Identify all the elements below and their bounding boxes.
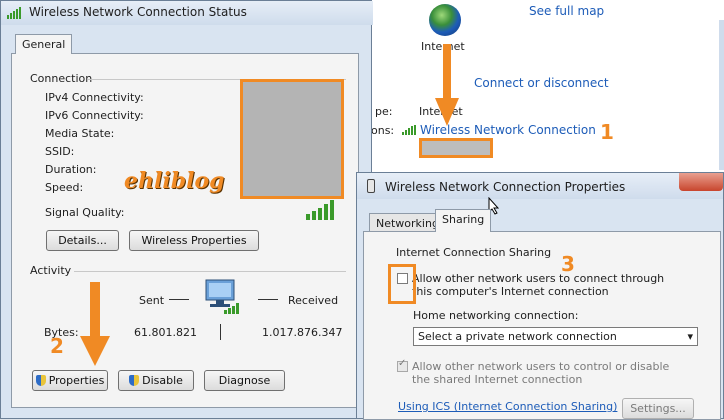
disable-button-label: Disable (142, 374, 183, 387)
window-edge (719, 20, 724, 170)
step-number-3: 3 (561, 252, 575, 276)
bytes-received-value: 1.017.876.347 (262, 326, 343, 339)
highlight-box-ssid (419, 138, 493, 158)
signal-quality-label: Signal Quality: (45, 206, 125, 219)
adapter-icon (367, 179, 375, 193)
bytes-sent-value: 61.801.821 (134, 326, 197, 339)
using-ics-link[interactable]: Using ICS (Internet Connection Sharing) (398, 400, 617, 413)
speed-label: Speed: (45, 181, 84, 194)
step-number-1: 1 (600, 120, 614, 144)
diagnose-button[interactable]: Diagnose (204, 370, 285, 391)
globe-icon (429, 4, 461, 36)
bytes-divider (220, 324, 221, 340)
received-line (258, 299, 278, 300)
connection-header: Connection (30, 72, 93, 85)
connections-label: ons: (371, 124, 395, 137)
sent-line (169, 299, 189, 300)
ipv6-label: IPv6 Connectivity: (45, 109, 144, 122)
details-button[interactable]: Details... (46, 230, 119, 251)
ics-header: Internet Connection Sharing (396, 246, 552, 259)
home-networking-label: Home networking connection: (413, 309, 579, 322)
allow-control-label: Allow other network users to control or … (412, 360, 670, 386)
tab-general[interactable]: General (15, 34, 73, 54)
watermark: ehliblog (124, 168, 225, 194)
chevron-down-icon: ▾ (687, 330, 693, 343)
duration-label: Duration: (45, 163, 97, 176)
signal-title-icon (7, 7, 21, 19)
check-mark-icon: ✓ (398, 358, 407, 369)
properties-button[interactable]: Properties (32, 370, 108, 391)
network-center-window: Internet See full map Connect or disconn… (356, 0, 724, 172)
allow-connect-label: Allow other network users to connect thr… (412, 272, 665, 298)
received-label: Received (288, 294, 339, 307)
general-panel: Connection IPv4 Connectivity: IPv6 Conne… (11, 53, 359, 408)
properties-button-label: Properties (48, 374, 105, 387)
ssid-label: SSID: (45, 145, 75, 158)
uac-shield-icon (129, 375, 140, 386)
wireless-properties-button[interactable]: Wireless Properties (129, 230, 259, 251)
status-window: Wireless Network Connection Status Gener… (0, 0, 373, 419)
private-network-select-value: Select a private network connection (418, 330, 617, 343)
properties-window: Wireless Network Connection Properties N… (356, 172, 724, 420)
signal-small-icon (402, 125, 416, 135)
sent-label: Sent (139, 294, 165, 307)
down-arrow-indicator-2 (80, 282, 110, 368)
media-state-label: Media State: (45, 127, 115, 140)
activity-header: Activity (30, 264, 72, 277)
sharing-panel: Internet Connection Sharing Allow other … (363, 231, 721, 420)
see-full-map-link[interactable]: See full map (529, 4, 604, 18)
redacted-values-box (240, 79, 344, 199)
private-network-select[interactable]: Select a private network connection ▾ (413, 327, 698, 346)
down-arrow-indicator (435, 44, 459, 128)
activity-separator (74, 271, 346, 272)
highlight-box-checkbox (388, 264, 416, 304)
disable-button[interactable]: Disable (118, 370, 194, 391)
properties-window-title: Wireless Network Connection Properties (385, 180, 626, 194)
uac-shield-icon (35, 375, 46, 386)
type-label: pe: (375, 105, 393, 118)
connect-disconnect-link[interactable]: Connect or disconnect (474, 76, 609, 90)
computer-network-icon (202, 278, 242, 320)
close-button[interactable] (679, 173, 723, 191)
signal-quality-icon (306, 200, 336, 220)
ipv4-label: IPv4 Connectivity: (45, 91, 144, 104)
step-number-2: 2 (50, 334, 64, 358)
status-window-title: Wireless Network Connection Status (29, 5, 247, 19)
settings-button[interactable]: Settings... (622, 398, 694, 419)
tab-sharing[interactable]: Sharing (435, 209, 492, 232)
